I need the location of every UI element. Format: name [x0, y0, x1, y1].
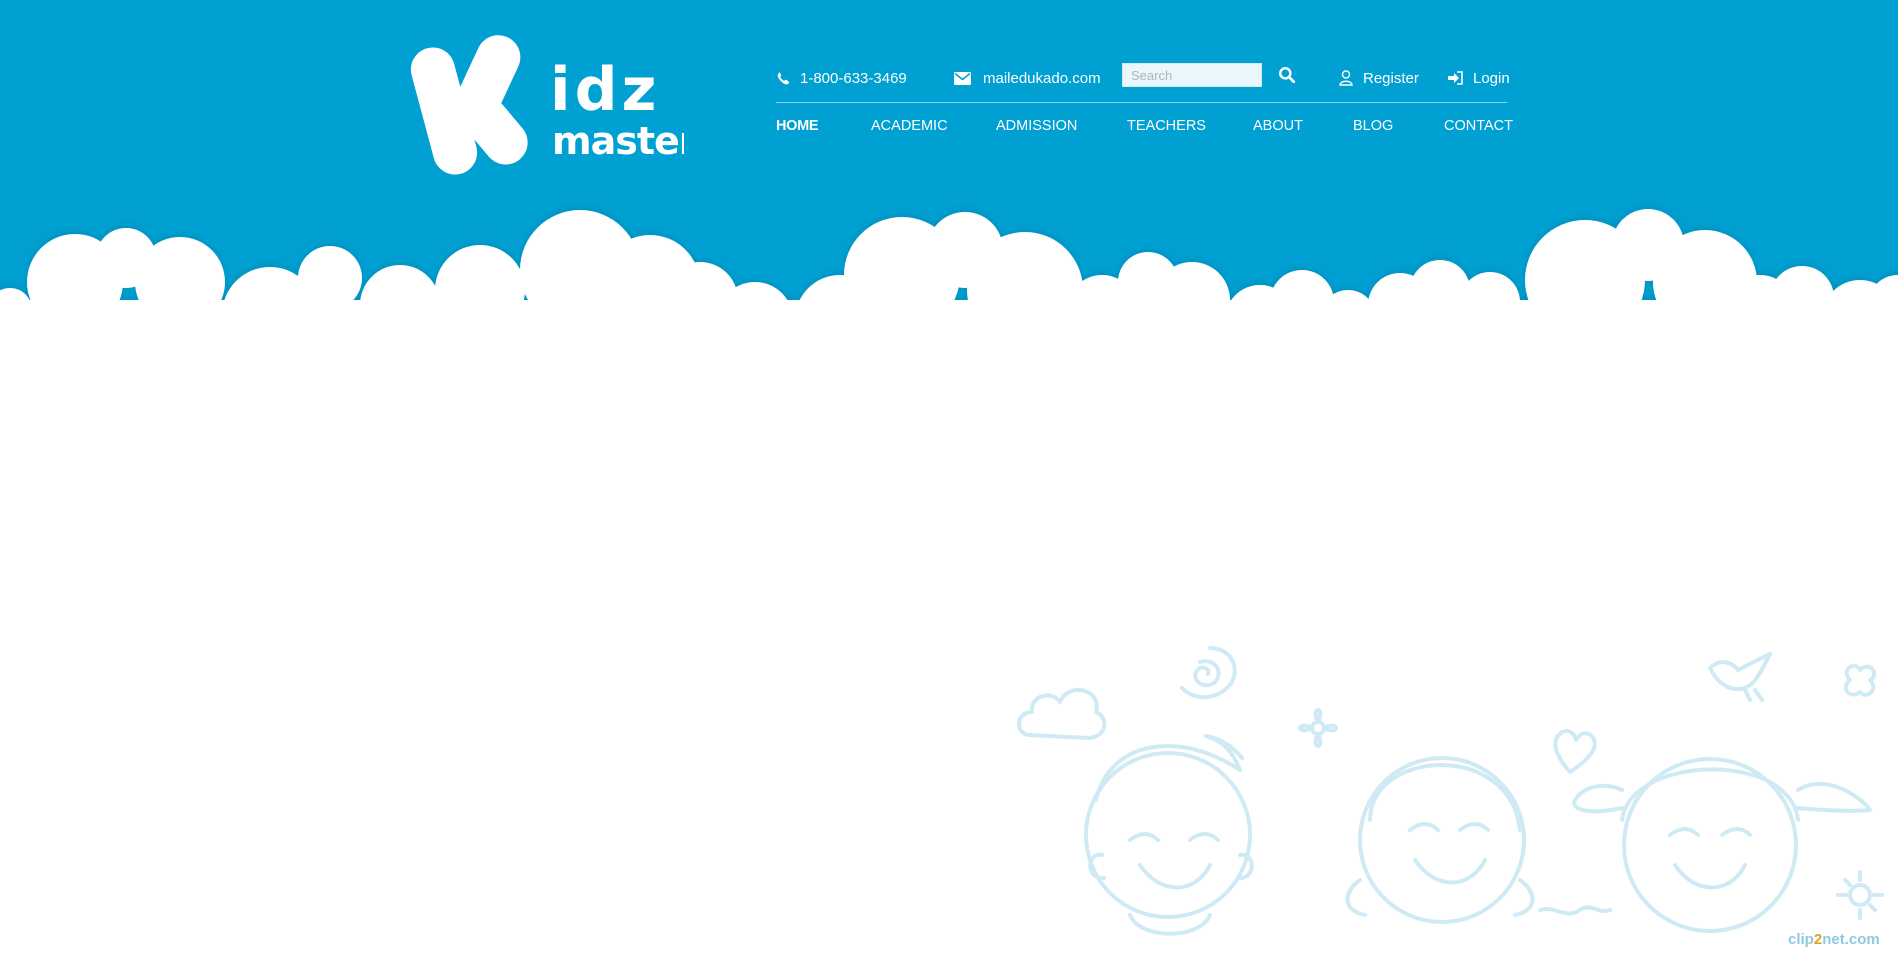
phone-icon	[777, 72, 790, 85]
search-icon[interactable]	[1278, 66, 1296, 84]
user-icon	[1339, 70, 1353, 86]
swirl-doodle	[1193, 659, 1221, 688]
nav-item-home[interactable]: HOME	[776, 118, 819, 134]
sign-in-icon	[1448, 71, 1463, 85]
login-label: Login	[1473, 69, 1510, 87]
email-address: mailedukado.com	[983, 69, 1101, 87]
svg-text:master: master	[552, 119, 684, 163]
flower-doodle	[1298, 708, 1338, 748]
envelope-icon	[954, 71, 971, 85]
nav-item-about[interactable]: ABOUT	[1253, 118, 1303, 134]
header-divider	[776, 102, 1507, 103]
nav-item-contact[interactable]: CONTACT	[1444, 118, 1513, 134]
bird-doodle	[1708, 652, 1772, 702]
girl-head-middle	[1358, 756, 1526, 924]
clip2net-watermark: clip2net.com	[1788, 931, 1880, 948]
kidzmaster-logo[interactable]: idz master	[404, 32, 684, 182]
main-nav: HOME ACADEMIC ADMISSION TEACHERS ABOUT B…	[776, 118, 1513, 138]
phone-number: 1-800-633-3469	[800, 69, 907, 87]
nav-item-academic[interactable]: ACADEMIC	[871, 118, 948, 134]
boy-head	[1084, 751, 1252, 919]
cloud-doodle	[1017, 688, 1107, 740]
header-cloud-banner	[0, 0, 1898, 340]
nav-item-admission[interactable]: ADMISSION	[996, 118, 1077, 134]
register-link[interactable]: Register	[1339, 66, 1419, 90]
svg-text:idz: idz	[550, 55, 660, 125]
email-contact[interactable]: mailedukado.com	[954, 66, 1101, 90]
watermark-digit: 2	[1813, 931, 1823, 948]
watermark-prefix: clip	[1788, 931, 1814, 948]
phone-contact[interactable]: 1-800-633-3469	[776, 66, 907, 90]
watermark-suffix: net.com	[1822, 931, 1880, 948]
kids-illustration	[1017, 646, 1884, 936]
login-link[interactable]: Login	[1448, 66, 1510, 90]
heart-doodle	[1553, 729, 1597, 774]
register-label: Register	[1363, 69, 1419, 87]
nav-item-teachers[interactable]: TEACHERS	[1127, 118, 1206, 134]
nav-item-blog[interactable]: BLOG	[1353, 118, 1393, 134]
search-input[interactable]	[1122, 63, 1262, 87]
